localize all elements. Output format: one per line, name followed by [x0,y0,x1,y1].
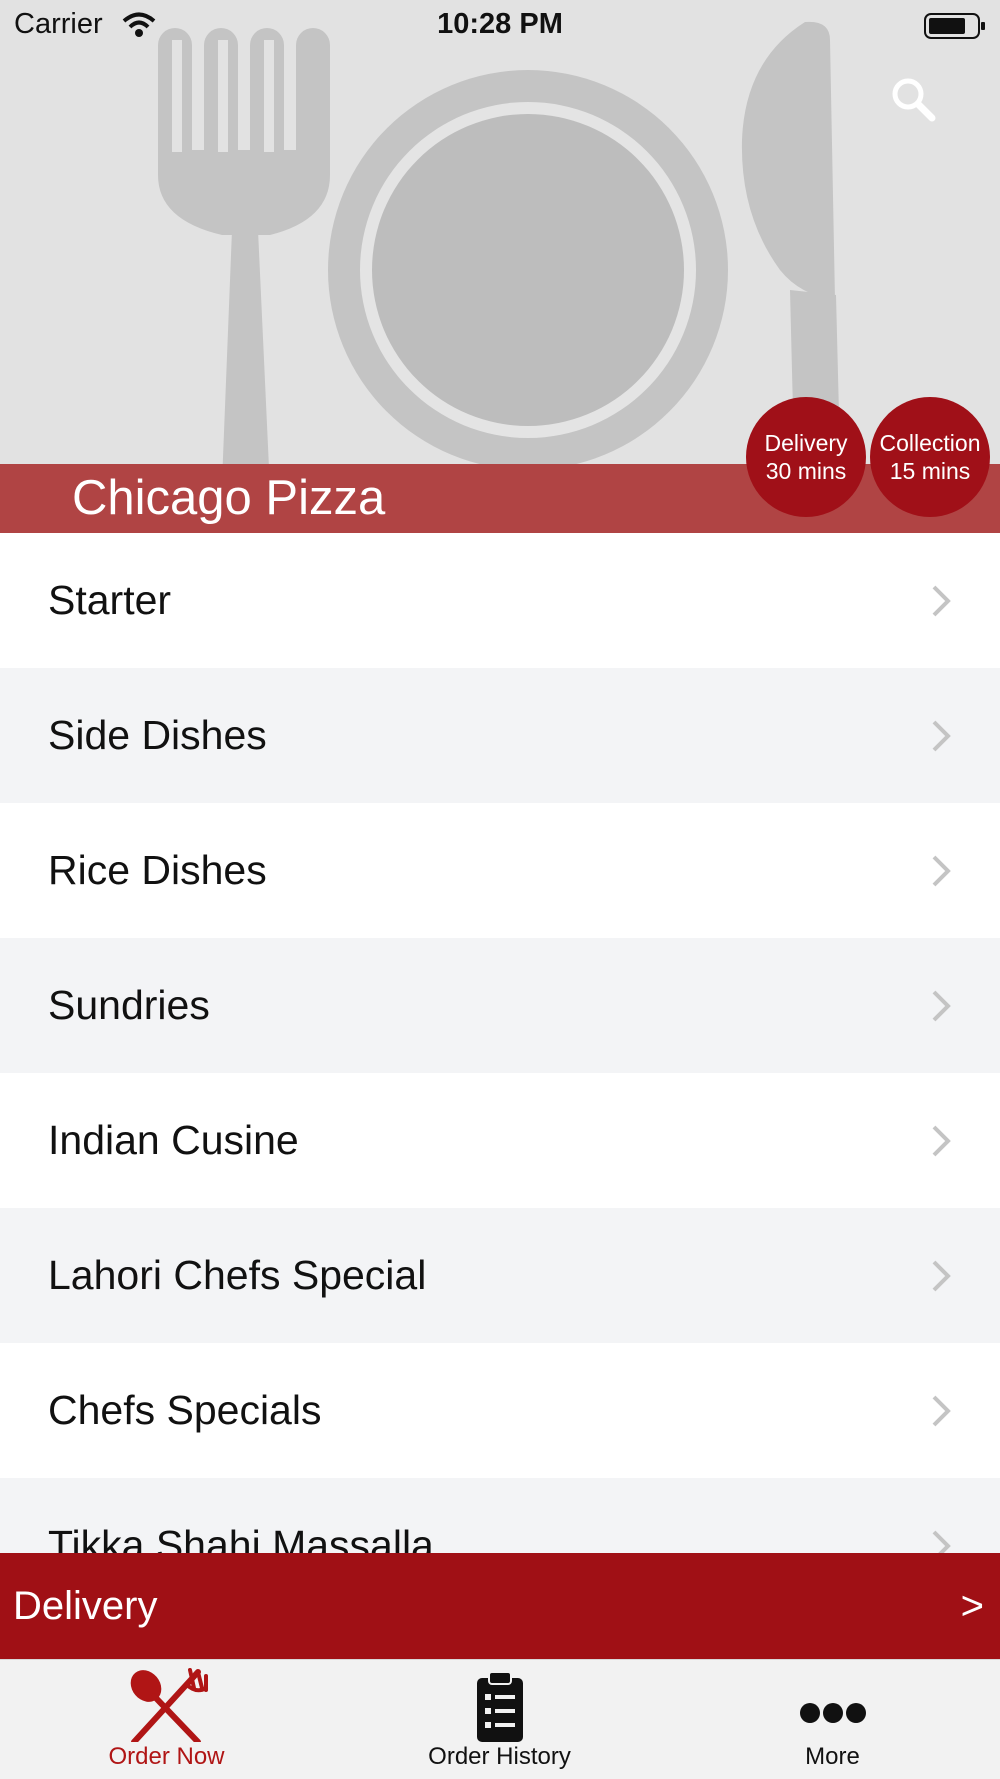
delivery-time-badge: Delivery 30 mins [746,397,866,517]
collection-badge-label: Collection [879,430,981,456]
tab-more[interactable]: More [666,1660,999,1779]
chevron-right-icon [932,720,951,752]
menu-category-row[interactable]: Lahori Chefs Special [0,1208,1000,1343]
menu-category-row[interactable]: Tikka Shahi Massalla [0,1478,1000,1553]
category-label: Rice Dishes [48,847,267,893]
tab-label: Order History [428,1743,571,1770]
tab-order-history[interactable]: Order History [333,1660,666,1779]
chevron-right-icon [932,585,951,617]
menu-category-row[interactable]: Rice Dishes [0,803,1000,938]
delivery-badge-label: Delivery [764,430,848,456]
menu-category-row[interactable]: Chefs Specials [0,1343,1000,1478]
tab-bar: Order Now Order History More [0,1659,1000,1779]
tab-label: Order Now [108,1743,225,1770]
chevron-right-icon [932,1530,951,1553]
category-label: Sundries [48,982,210,1028]
category-label: Starter [48,577,172,623]
battery-icon [924,13,985,39]
category-label: Indian Cusine [48,1117,299,1163]
chevron-right-icon [932,1125,951,1157]
menu-category-row[interactable]: Side Dishes [0,668,1000,803]
tab-label: More [805,1743,860,1770]
category-label: Chefs Specials [48,1387,322,1433]
clock: 10:28 PM [437,8,563,40]
chevron-right-icon [932,990,951,1022]
menu-category-row[interactable]: Sundries [0,938,1000,1073]
chevron-right-icon [932,1395,951,1427]
category-label: Lahori Chefs Special [48,1252,427,1298]
order-type-label: Delivery [13,1584,158,1628]
collection-time-badge: Collection 15 mins [870,397,990,517]
order-type-arrow: > [960,1584,984,1628]
more-dots-icon [800,1703,866,1723]
search-icon [892,78,936,122]
chevron-right-icon [932,855,951,887]
menu-category-row[interactable]: Indian Cusine [0,1073,1000,1208]
delivery-badge-time: 30 mins [765,458,847,484]
category-label: Side Dishes [48,712,267,758]
fork-spoon-icon [130,1668,208,1742]
clipboard-list-icon [477,1671,523,1742]
menu-category-row[interactable]: Starter [0,533,1000,668]
status-bar: Carrier 10:28 PM [0,0,1000,50]
search-button[interactable] [888,74,938,124]
menu-category-list[interactable]: Starter Side Dishes Rice Dishes Sundries… [0,533,1000,1553]
category-label: Tikka Shahi Massalla [48,1522,434,1553]
chevron-right-icon [932,1260,951,1292]
restaurant-name: Chicago Pizza [72,471,386,525]
tab-order-now[interactable]: Order Now [0,1660,333,1779]
collection-badge-time: 15 mins [889,458,971,484]
order-type-bar[interactable]: Delivery > [0,1553,1000,1659]
